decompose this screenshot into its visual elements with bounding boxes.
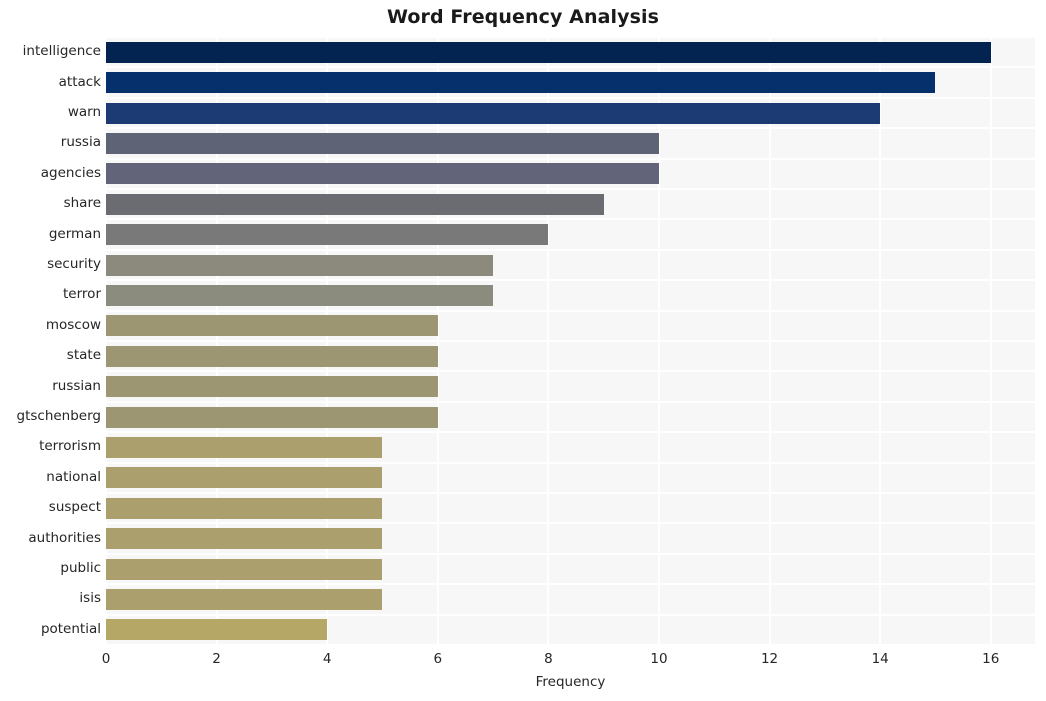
x-tick-label: 6 (433, 651, 443, 667)
y-tick-label: suspect (48, 499, 101, 516)
bar (106, 132, 659, 154)
y-tick-label: agencies (40, 164, 101, 181)
y-tick-label: warn (67, 104, 101, 120)
y-tick-label: public (60, 560, 101, 576)
y-tick-label: gtschenberg (16, 408, 102, 424)
gridline-horizontal (106, 370, 1035, 373)
gridline-horizontal (106, 522, 1035, 525)
gridline-horizontal (106, 583, 1035, 586)
gridline-horizontal (106, 279, 1035, 282)
y-tick-label: russian (52, 377, 101, 394)
bar (106, 528, 383, 550)
bar (106, 315, 438, 337)
bar (106, 72, 936, 94)
y-tick-label: moscow (45, 316, 101, 333)
y-tick-label: national (46, 468, 101, 485)
chart-title: Word Frequency Analysis (386, 6, 660, 28)
gridline-horizontal (106, 66, 1035, 69)
y-tick-label: terrorism (39, 438, 101, 455)
gridline-horizontal (106, 218, 1035, 221)
x-tick-label: 4 (322, 651, 332, 667)
gridline-horizontal (106, 613, 1035, 616)
bar (106, 345, 438, 367)
bar (106, 497, 383, 519)
gridline-horizontal (106, 309, 1035, 312)
x-tick-label: 8 (544, 651, 553, 667)
bar (106, 163, 659, 185)
gridline-horizontal (106, 157, 1035, 160)
gridline-horizontal (106, 96, 1035, 99)
y-tick-label: attack (58, 73, 101, 90)
bar (106, 193, 604, 215)
y-tick-label: security (47, 256, 101, 272)
gridline-horizontal (106, 644, 1035, 645)
plot-area (106, 37, 1035, 645)
y-tick-label: share (63, 195, 101, 212)
bar (106, 41, 991, 63)
bar (106, 406, 438, 428)
gridline-horizontal (106, 340, 1035, 342)
y-tick-label: terror (63, 286, 101, 303)
gridline-horizontal (106, 37, 1035, 38)
y-tick-label: intelligence (22, 43, 101, 60)
gridline-horizontal (106, 400, 1035, 403)
y-tick-label: state (66, 347, 101, 364)
chart-figure: Word Frequency Analysis intelligence atta… (0, 0, 1046, 701)
bar (106, 224, 549, 246)
y-tick-label: german (48, 225, 101, 242)
y-tick-label: authorities (28, 529, 101, 546)
x-tick-label: 12 (760, 651, 779, 667)
y-tick-label: russia (60, 134, 101, 151)
bar (106, 102, 881, 124)
gridline-horizontal (106, 461, 1035, 464)
bar (106, 436, 383, 458)
y-tick-label: potential (40, 620, 101, 637)
bar (106, 284, 494, 306)
gridline-horizontal (106, 127, 1035, 130)
x-tick-label: 16 (982, 651, 1000, 667)
bar (106, 558, 383, 580)
bar (106, 254, 494, 276)
x-tick-label: 0 (101, 651, 111, 667)
x-tick-label: 14 (871, 651, 889, 667)
gridline-horizontal (106, 188, 1035, 190)
bar (106, 619, 328, 641)
x-tick-label: 2 (212, 651, 221, 667)
gridline-horizontal (106, 248, 1035, 251)
bar (106, 376, 438, 398)
y-tick-label: isis (79, 590, 101, 607)
gridline-horizontal (106, 492, 1035, 494)
x-tick-label: 10 (650, 651, 668, 667)
bar (106, 467, 383, 489)
x-axis-label: Frequency (535, 674, 606, 690)
gridline-horizontal (106, 431, 1035, 434)
gridline-horizontal (106, 552, 1035, 555)
bar (106, 588, 383, 610)
